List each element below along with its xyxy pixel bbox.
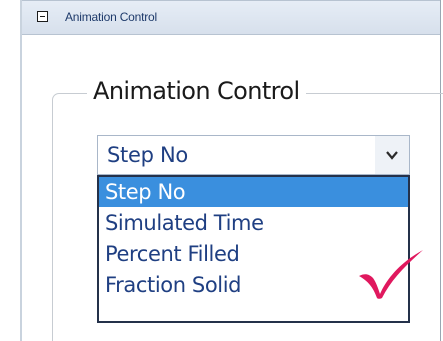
chevron-down-icon <box>386 151 398 160</box>
animation-mode-combobox[interactable]: Step No <box>97 135 410 175</box>
option-step-no[interactable]: Step No <box>99 177 408 207</box>
dropdown-arrow-button[interactable] <box>375 136 409 174</box>
panel-header: Animation Control <box>22 0 440 35</box>
collapse-minus-icon[interactable] <box>37 11 48 22</box>
combobox-selected-value: Step No <box>107 143 188 167</box>
option-simulated-time[interactable]: Simulated Time <box>99 208 408 238</box>
group-title: Animation Control <box>87 77 306 105</box>
checkmark-icon <box>359 250 423 299</box>
panel-header-title: Animation Control <box>65 10 157 24</box>
page: Animation Control Animation Control Step… <box>0 0 443 341</box>
